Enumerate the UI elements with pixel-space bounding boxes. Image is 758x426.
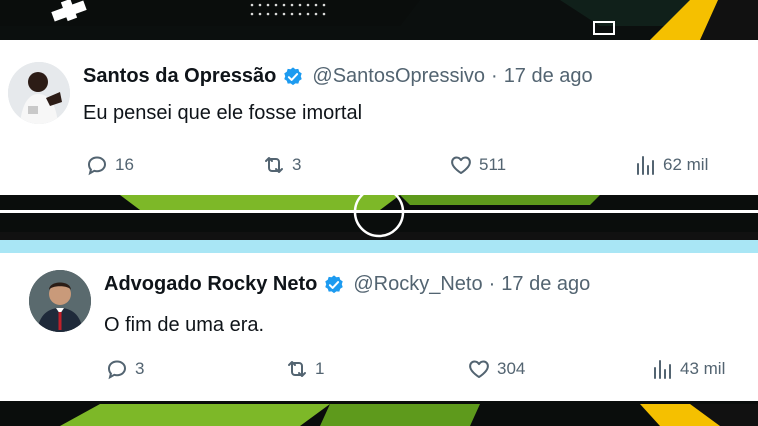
reply-icon <box>87 156 107 176</box>
like-count: 304 <box>497 359 526 378</box>
tweet-card[interactable]: Santos da Opressão @SantosOpressivo · 17… <box>0 40 758 195</box>
avatar[interactable] <box>8 62 70 124</box>
tweet-card[interactable]: Advogado Rocky Neto @Rocky_Neto · 17 de … <box>0 253 758 401</box>
reply-count: 3 <box>135 359 145 378</box>
display-name[interactable]: Advogado Rocky Neto <box>104 273 317 296</box>
retweet-count: 3 <box>292 155 302 174</box>
retweet-button[interactable]: 3 <box>262 150 301 180</box>
handle[interactable]: @SantosOpressivo <box>312 65 485 88</box>
avatar-image <box>29 270 91 332</box>
views-button[interactable]: 62 mil <box>633 150 708 180</box>
reply-icon <box>107 360 127 380</box>
reply-button[interactable]: 16 <box>85 150 134 180</box>
timestamp[interactable]: 17 de ago <box>501 273 590 296</box>
tweet-text: Eu pensei que ele fosse imortal <box>83 102 363 124</box>
heart-icon <box>469 360 489 378</box>
views-icon <box>637 156 654 175</box>
verified-badge-icon <box>282 66 304 88</box>
timestamp[interactable]: 17 de ago <box>504 65 593 88</box>
retweet-button[interactable]: 1 <box>285 354 324 384</box>
tweet-actions: 16 3 511 62 mil <box>0 150 758 180</box>
tweet-header: Advogado Rocky Neto @Rocky_Neto · 17 de … <box>104 273 590 296</box>
retweet-count: 1 <box>315 359 325 378</box>
display-name[interactable]: Santos da Opressão <box>83 65 276 88</box>
views-count: 43 mil <box>680 359 726 378</box>
reply-count: 16 <box>115 155 134 174</box>
like-button[interactable]: 304 <box>467 354 525 384</box>
avatar-image <box>8 62 70 124</box>
verified-badge-icon <box>323 274 345 296</box>
tweet-text: O fim de uma era. <box>104 314 265 336</box>
views-button[interactable]: 43 mil <box>650 354 725 384</box>
tweet-actions: 3 1 304 43 mil <box>0 354 758 384</box>
like-count: 511 <box>479 155 507 174</box>
views-count: 62 mil <box>663 155 709 174</box>
views-icon <box>654 360 671 379</box>
retweet-icon <box>288 361 306 377</box>
like-button[interactable]: 511 <box>449 150 506 180</box>
tweet-header: Santos da Opressão @SantosOpressivo · 17… <box>83 65 593 88</box>
reply-button[interactable]: 3 <box>105 354 144 384</box>
avatar[interactable] <box>29 270 91 332</box>
retweet-icon <box>265 157 283 173</box>
separator-dot: · <box>488 273 496 295</box>
heart-icon <box>451 156 471 174</box>
separator-dot: · <box>491 65 498 87</box>
handle[interactable]: @Rocky_Neto <box>353 273 482 296</box>
